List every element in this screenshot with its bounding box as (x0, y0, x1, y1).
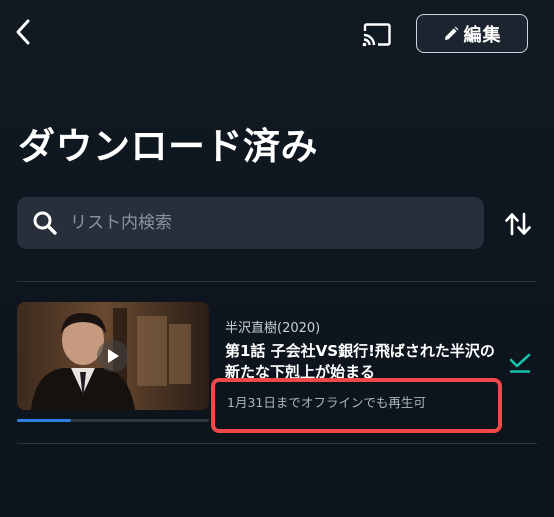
episode-title[interactable]: 第1話 子会社VS銀行!飛ばされた半沢の新たな下剋上が始まる (225, 341, 500, 381)
chevron-left-icon (16, 19, 30, 45)
edit-button-label: 編集 (463, 24, 502, 46)
search-icon (33, 211, 57, 235)
cast-button[interactable] (358, 16, 396, 54)
download-check-icon[interactable] (507, 350, 533, 376)
download-progress-bar (17, 419, 209, 422)
cast-icon (362, 23, 391, 47)
expiry-highlight-annotation (211, 378, 502, 433)
sort-arrows-icon (505, 212, 531, 236)
search-bar[interactable] (17, 197, 484, 249)
page-title: ダウンロード済み (18, 125, 318, 168)
download-progress-fill (17, 419, 71, 422)
search-input[interactable] (68, 212, 452, 234)
edit-button[interactable]: 編集 (416, 14, 528, 53)
episode-thumbnail[interactable] (17, 302, 209, 410)
sort-button[interactable] (500, 207, 536, 241)
divider-bottom (17, 443, 537, 444)
pencil-icon (444, 26, 458, 40)
series-title: 半沢直樹(2020) (225, 321, 321, 336)
divider-top (17, 281, 537, 282)
back-button[interactable] (8, 14, 38, 50)
play-icon (97, 340, 129, 372)
